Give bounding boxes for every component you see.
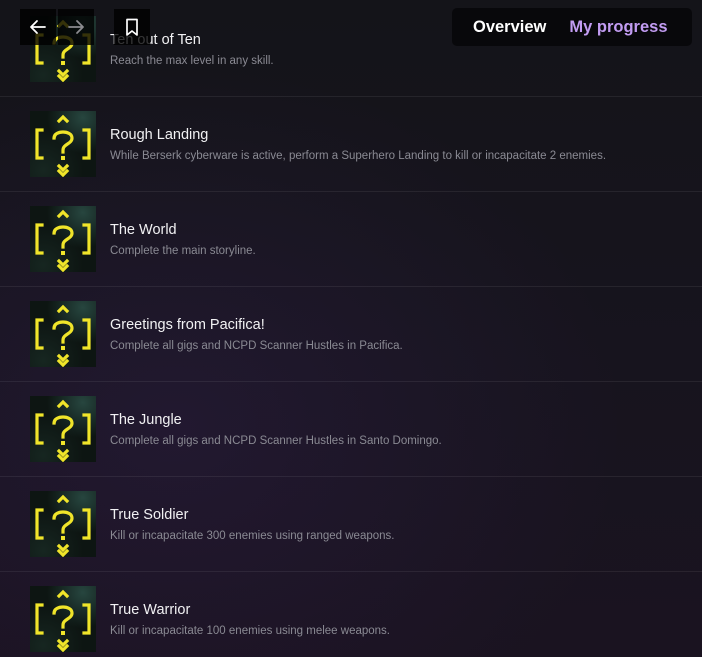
list-item[interactable]: True Soldier Kill or incapacitate 300 en… [0,477,702,572]
achievement-title: True Soldier [110,507,189,523]
achievement-title: The World [110,222,177,238]
list-item[interactable]: The Jungle Complete all gigs and NCPD Sc… [0,382,702,477]
achievement-description: While Berserk cyberware is active, perfo… [110,150,607,162]
locked-achievement-question-icon [30,491,96,557]
achievement-title: The Jungle [110,412,182,428]
forward-button[interactable] [58,9,94,45]
locked-achievement-question-icon [30,206,96,272]
list-item[interactable]: The World Complete the main storyline. [0,192,702,287]
locked-achievement-question-icon [30,586,96,652]
achievement-description: Complete all gigs and NCPD Scanner Hustl… [110,340,403,352]
list-item[interactable]: True Warrior Kill or incapacitate 100 en… [0,572,702,657]
arrow-left-icon [30,20,46,34]
back-button[interactable] [20,9,56,45]
achievement-description: Complete all gigs and NCPD Scanner Hustl… [110,435,442,447]
achievement-description: Complete the main storyline. [110,245,256,257]
locked-achievement-question-icon [30,111,96,177]
achievement-description: Kill or incapacitate 300 enemies using r… [110,530,395,542]
locked-achievement-question-icon [30,396,96,462]
achievement-description: Reach the max level in any skill. [110,55,274,67]
list-item[interactable]: Greetings from Pacifica! Complete all gi… [0,287,702,382]
achievement-title: Greetings from Pacifica! [110,317,265,333]
view-tabs: Overview My progress [452,8,692,46]
tab-overview[interactable]: Overview [473,18,546,37]
achievements-page: Ten out of Ten Reach the max level in an… [0,0,702,657]
list-item[interactable]: Rough Landing While Berserk cyberware is… [0,97,702,192]
achievement-title: Rough Landing [110,127,209,143]
tab-my-progress[interactable]: My progress [569,18,667,37]
locked-achievement-question-icon [30,301,96,367]
bookmark-icon [126,18,138,36]
achievement-description: Kill or incapacitate 100 enemies using m… [110,625,390,637]
arrow-right-icon [68,20,84,34]
achievement-title: True Warrior [110,602,191,618]
bookmark-button[interactable] [114,9,150,45]
